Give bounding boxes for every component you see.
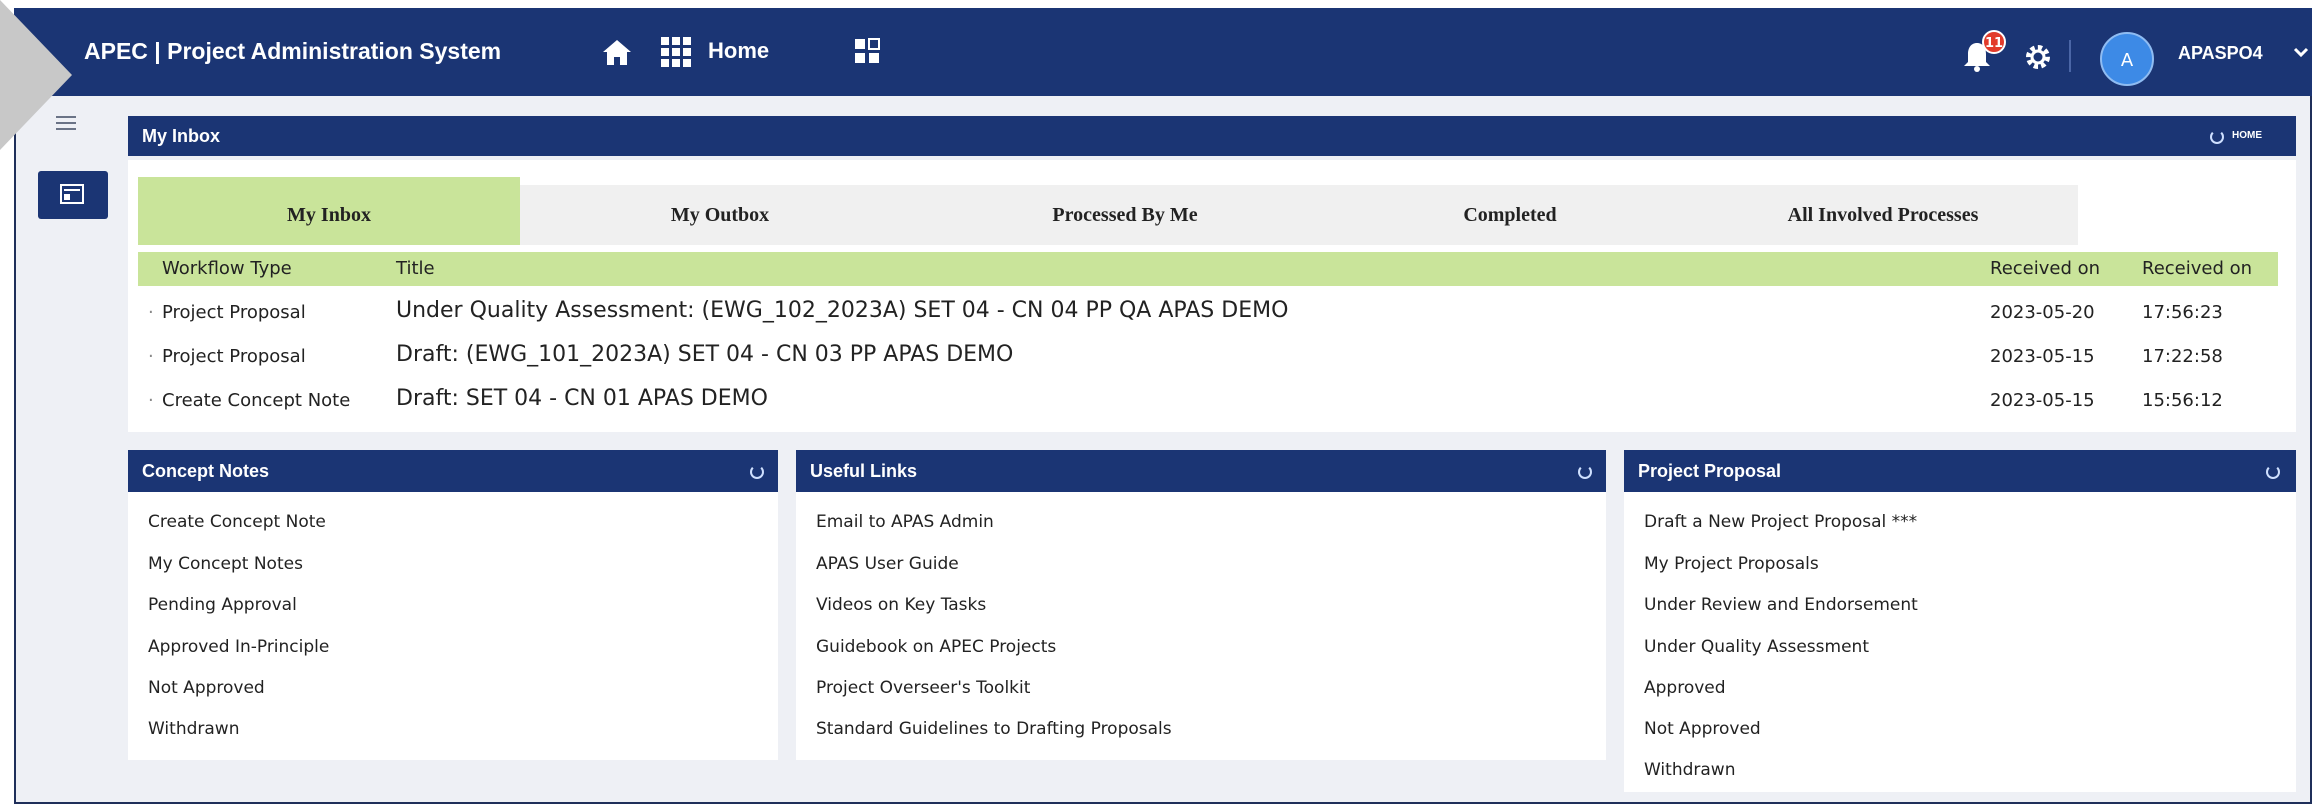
link-approved-in-principle[interactable]: Approved In-Principle [148,637,329,657]
inbox-panel-title: My Inbox [142,126,221,146]
row-received-time: 15:56:12 [2142,390,2223,411]
link-guidebook[interactable]: Guidebook on APEC Projects [816,637,1056,657]
home-link[interactable]: Home [708,38,769,64]
corner-fold-decoration [0,0,72,150]
dashboard-icon [60,184,84,204]
link-under-review[interactable]: Under Review and Endorsement [1644,595,1918,615]
row-received-time: 17:22:58 [2142,346,2223,367]
tab-processed-by-me[interactable]: Processed By Me [920,185,1330,245]
link-withdrawn[interactable]: Withdrawn [148,719,239,739]
row-workflow-type: Project Proposal [162,302,306,323]
link-not-approved[interactable]: Not Approved [148,678,265,698]
column-received-time[interactable]: Received on [2142,258,2252,279]
link-not-approved[interactable]: Not Approved [1644,719,1761,739]
top-navbar: APEC | Project Administration System Hom… [14,8,2312,96]
inbox-tabs: My Inbox My Outbox Processed By Me Compl… [138,177,2078,245]
row-received-date: 2023-05-15 [1990,390,2095,411]
home-shortcut-link[interactable]: HOME [2232,116,2262,156]
project-proposal-header: Project Proposal [1624,450,2296,492]
refresh-icon[interactable] [2210,130,2224,144]
link-create-concept-note[interactable]: Create Concept Note [148,512,326,532]
project-proposal-title: Project Proposal [1638,461,1782,481]
link-email-admin[interactable]: Email to APAS Admin [816,512,994,532]
row-bullet: · [148,390,154,411]
row-bullet: · [148,346,154,367]
row-title[interactable]: Under Quality Assessment: (EWG_102_2023A… [396,298,1288,323]
table-row[interactable]: · Project Proposal Draft: (EWG_101_2023A… [138,336,2278,376]
tab-my-inbox[interactable]: My Inbox [138,177,520,245]
home-icon[interactable] [602,38,632,66]
row-title[interactable]: Draft: (EWG_101_2023A) SET 04 - CN 03 PP… [396,342,1013,367]
link-videos[interactable]: Videos on Key Tasks [816,595,986,615]
row-workflow-type: Project Proposal [162,346,306,367]
notification-badge[interactable]: 11 [1982,30,2006,54]
link-user-guide[interactable]: APAS User Guide [816,554,959,574]
link-approved[interactable]: Approved [1644,678,1726,698]
link-overseer-toolkit[interactable]: Project Overseer's Toolkit [816,678,1030,698]
link-withdrawn[interactable]: Withdrawn [1644,760,1735,780]
refresh-icon[interactable] [750,465,764,479]
row-workflow-type: Create Concept Note [162,390,351,411]
link-my-concept-notes[interactable]: My Concept Notes [148,554,303,574]
tab-my-outbox[interactable]: My Outbox [520,185,920,245]
link-draft-new-proposal[interactable]: Draft a New Project Proposal *** [1644,512,1917,532]
link-my-project-proposals[interactable]: My Project Proposals [1644,554,1819,574]
table-row[interactable]: · Project Proposal Under Quality Assessm… [138,292,2278,332]
row-received-date: 2023-05-15 [1990,346,2095,367]
column-title[interactable]: Title [396,258,435,279]
app-title[interactable]: APEC | Project Administration System [84,38,501,65]
refresh-icon[interactable] [2266,465,2280,479]
table-row[interactable]: · Create Concept Note Draft: SET 04 - CN… [138,380,2278,420]
refresh-icon[interactable] [1578,465,1592,479]
inbox-panel-header: My Inbox HOME [128,116,2296,156]
username-menu[interactable]: APASPO4 [2178,43,2263,64]
link-pending-approval[interactable]: Pending Approval [148,595,297,615]
project-proposal-panel: Draft a New Project Proposal *** My Proj… [1624,492,2296,792]
link-under-quality-assessment[interactable]: Under Quality Assessment [1644,637,1869,657]
row-title[interactable]: Draft: SET 04 - CN 01 APAS DEMO [396,386,768,411]
useful-links-header: Useful Links [796,450,1606,492]
concept-notes-panel: Create Concept Note My Concept Notes Pen… [128,492,778,760]
link-drafting-guidelines[interactable]: Standard Guidelines to Drafting Proposal… [816,719,1172,739]
dashboard-button[interactable] [38,171,108,219]
column-workflow-type[interactable]: Workflow Type [162,258,292,279]
chevron-down-icon[interactable] [2292,43,2310,61]
row-received-date: 2023-05-20 [1990,302,2095,323]
row-received-time: 17:56:23 [2142,302,2223,323]
useful-links-title: Useful Links [810,461,918,481]
column-received-date[interactable]: Received on [1990,258,2100,279]
navbar-divider [2069,40,2071,72]
tab-completed[interactable]: Completed [1330,185,1690,245]
useful-links-panel: Email to APAS Admin APAS User Guide Vide… [796,492,1606,760]
gear-icon[interactable] [2024,43,2052,71]
avatar[interactable]: A [2100,32,2154,86]
tab-all-involved-processes[interactable]: All Involved Processes [1690,185,2076,245]
inbox-table-header: Workflow Type Title Received on Received… [138,252,2278,286]
concept-notes-title: Concept Notes [142,461,270,481]
row-bullet: · [148,302,154,323]
concept-notes-header: Concept Notes [128,450,778,492]
widgets-icon[interactable] [854,38,880,64]
